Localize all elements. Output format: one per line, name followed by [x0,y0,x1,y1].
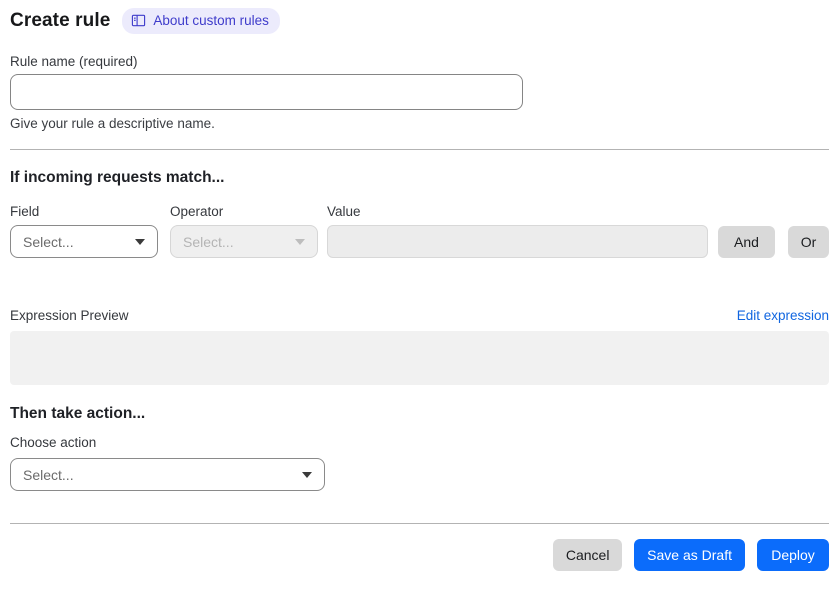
operator-label: Operator [170,204,224,219]
rule-name-helper: Give your rule a descriptive name. [10,116,215,131]
operator-select-value: Select... [183,233,234,250]
action-select-value: Select... [23,466,74,483]
chevron-down-icon [135,238,145,245]
or-button[interactable]: Or [788,225,829,258]
about-custom-rules-link[interactable]: About custom rules [122,8,280,34]
field-select[interactable]: Select... [10,225,158,258]
field-select-value: Select... [23,233,74,250]
match-section-heading: If incoming requests match... [10,169,225,186]
save-as-draft-button[interactable]: Save as Draft [634,539,745,571]
action-select[interactable]: Select... [10,458,325,491]
rule-name-label: Rule name (required) [10,54,138,69]
expression-preview-row: Expression Preview Edit expression [10,308,829,323]
expression-preview-box [10,331,829,385]
and-button[interactable]: And [718,225,775,258]
page-title: Create rule [10,10,111,31]
book-icon [131,13,146,28]
field-label: Field [10,204,40,219]
deploy-button[interactable]: Deploy [757,539,829,571]
match-column-labels: Field Operator Value [10,204,829,219]
chevron-down-icon [302,471,312,478]
expression-preview-label: Expression Preview [10,308,129,323]
chevron-down-icon [295,238,305,245]
operator-select[interactable]: Select... [170,225,318,258]
choose-action-label: Choose action [10,435,97,450]
action-section-heading: Then take action... [10,405,146,422]
create-rule-page: Create rule About custom rules Rule name… [0,0,839,571]
match-condition-row: Select... Select... And Or [10,225,829,258]
badge-label: About custom rules [153,12,269,28]
value-label: Value [327,204,361,219]
footer-actions: Cancel Save as Draft Deploy [10,539,829,571]
edit-expression-link[interactable]: Edit expression [737,308,829,323]
footer-divider [10,523,829,524]
page-header: Create rule About custom rules [10,8,829,34]
value-input[interactable] [327,225,708,258]
cancel-button[interactable]: Cancel [553,539,623,571]
rule-name-input[interactable] [10,74,523,110]
section-divider [10,149,829,150]
